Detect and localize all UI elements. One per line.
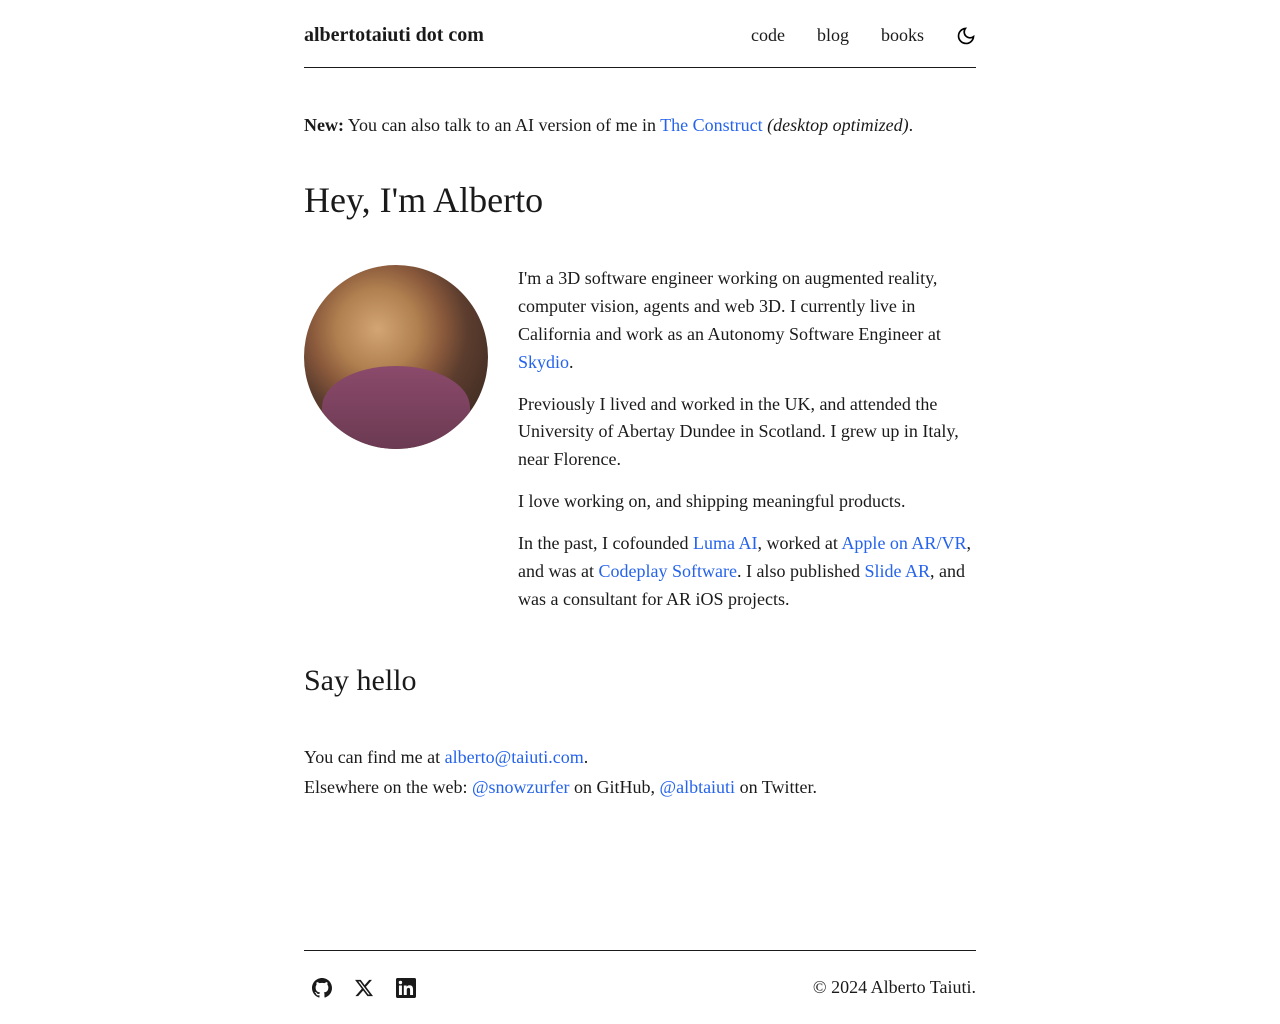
main-content: New: You can also talk to an AI version … <box>304 68 976 950</box>
copyright: © 2024 Alberto Taiuti. <box>813 977 976 998</box>
linkedin-icon <box>396 978 416 998</box>
intro-p1-after: . <box>569 352 574 372</box>
contact-p1-before: You can find me at <box>304 747 445 767</box>
new-label: New: <box>304 115 344 135</box>
twitter-handle-link[interactable]: @albtaiuti <box>660 777 736 797</box>
main-nav: code blog books <box>751 25 976 46</box>
intro-section: I'm a 3D software engineer working on au… <box>304 265 976 628</box>
intro-p3: I love working on, and shipping meaningf… <box>518 488 976 516</box>
luma-link[interactable]: Luma AI <box>693 533 758 553</box>
new-banner: New: You can also talk to an AI version … <box>304 112 976 139</box>
banner-italic: (desktop optimized) <box>767 115 908 135</box>
intro-p2: Previously I lived and worked in the UK,… <box>518 391 976 475</box>
github-handle-link[interactable]: @snowzurfer <box>472 777 570 797</box>
intro-text: I'm a 3D software engineer working on au… <box>518 265 976 628</box>
banner-period: . <box>909 115 914 135</box>
email-link[interactable]: alberto@taiuti.com <box>445 747 584 767</box>
github-link[interactable] <box>312 978 332 998</box>
site-footer: © 2024 Alberto Taiuti. <box>304 950 976 1024</box>
contact-p1-after: . <box>584 747 589 767</box>
intro-p4: In the past, I cofounded Luma AI, worked… <box>518 530 976 614</box>
nav-link-code[interactable]: code <box>751 25 785 46</box>
linkedin-link[interactable] <box>396 978 416 998</box>
p4-b: , worked at <box>757 533 841 553</box>
avatar <box>304 265 488 449</box>
contact-p2: Elsewhere on the web: @snowzurfer on Git… <box>304 772 976 803</box>
contact-section: You can find me at alberto@taiuti.com. E… <box>304 742 976 803</box>
intro-p1: I'm a 3D software engineer working on au… <box>518 265 976 377</box>
say-hello-heading: Say hello <box>304 664 976 698</box>
site-header: albertotaiuti dot com code blog books <box>304 0 976 68</box>
site-title-link[interactable]: albertotaiuti dot com <box>304 24 484 47</box>
contact-p2-c: on Twitter. <box>735 777 817 797</box>
skydio-link[interactable]: Skydio <box>518 352 569 372</box>
nav-link-books[interactable]: books <box>881 25 924 46</box>
theme-toggle-button[interactable] <box>956 26 976 46</box>
nav-link-blog[interactable]: blog <box>817 25 849 46</box>
codeplay-link[interactable]: Codeplay Software <box>598 561 736 581</box>
twitter-x-link[interactable] <box>354 978 374 998</box>
apple-link[interactable]: Apple on AR/VR <box>841 533 966 553</box>
intro-p1-text: I'm a 3D software engineer working on au… <box>518 268 941 344</box>
contact-p2-b: on GitHub, <box>570 777 660 797</box>
social-icons <box>304 978 416 998</box>
x-icon <box>354 978 374 998</box>
contact-p2-a: Elsewhere on the web: <box>304 777 472 797</box>
p4-a: In the past, I cofounded <box>518 533 693 553</box>
moon-icon <box>956 26 976 46</box>
contact-p1: You can find me at alberto@taiuti.com. <box>304 742 976 773</box>
p4-d: . I also published <box>737 561 865 581</box>
page-title: Hey, I'm Alberto <box>304 179 976 221</box>
construct-link[interactable]: The Construct <box>660 115 762 135</box>
github-icon <box>312 978 332 998</box>
slidear-link[interactable]: Slide AR <box>864 561 930 581</box>
banner-text-before: You can also talk to an AI version of me… <box>344 115 660 135</box>
